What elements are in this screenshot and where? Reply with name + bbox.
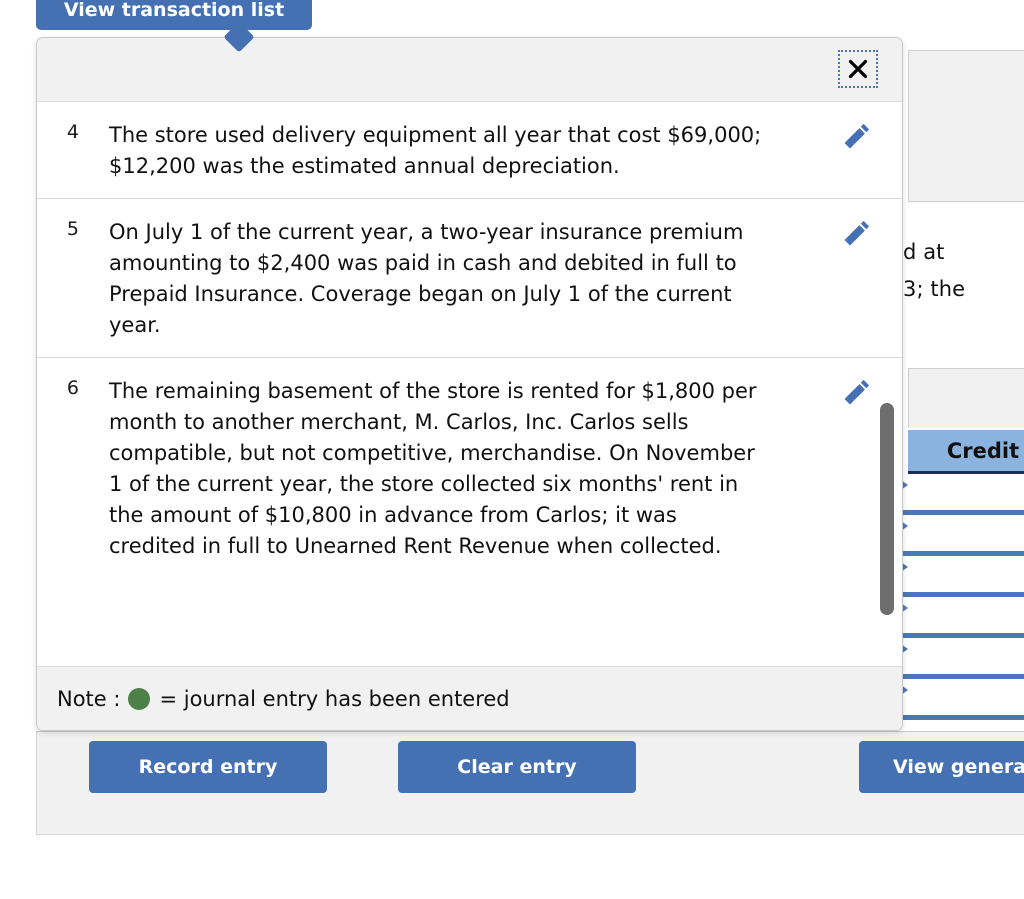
modal-scrollbar[interactable] (878, 102, 896, 666)
table-row[interactable] (898, 515, 1024, 556)
table-row[interactable] (898, 474, 1024, 515)
transaction-number: 5 (66, 218, 79, 240)
action-panel: Record entry Clear entry View general (36, 731, 1024, 835)
table-header-credit: Credit (908, 430, 1024, 474)
edit-pencil-icon[interactable] (842, 218, 872, 248)
background-table-rows (898, 474, 1024, 720)
transaction-number: 6 (66, 377, 79, 399)
view-transaction-list-tab[interactable]: View transaction list (36, 0, 312, 30)
transaction-list: 4 The store used delivery equipment all y… (37, 102, 902, 666)
transaction-item: 6 The remaining basement of the store is … (37, 358, 902, 578)
view-general-journal-button[interactable]: View general (859, 741, 1024, 793)
edit-pencil-icon[interactable] (842, 377, 872, 407)
note-prefix: Note : (57, 686, 121, 711)
close-x-glyph (848, 59, 868, 79)
record-entry-button[interactable]: Record entry (89, 741, 327, 793)
edit-pencil-icon[interactable] (842, 121, 872, 151)
background-text-fragment-1: d at (903, 240, 945, 264)
background-panel-box (908, 50, 1024, 202)
table-row[interactable] (898, 556, 1024, 597)
clear-entry-button[interactable]: Clear entry (398, 741, 636, 793)
background-table-topbox (908, 368, 1024, 428)
modal-header (37, 38, 902, 102)
note-legend: Note : = journal entry has been entered (37, 666, 902, 730)
note-suffix: = journal entry has been entered (159, 686, 510, 711)
transaction-description: The remaining basement of the store is r… (109, 379, 757, 558)
transaction-description: The store used delivery equipment all ye… (109, 123, 762, 178)
background-text-fragment-2: 3; the (903, 277, 966, 301)
transaction-number: 4 (66, 121, 79, 143)
table-row[interactable] (898, 597, 1024, 638)
close-icon[interactable] (838, 50, 878, 88)
transaction-description: On July 1 of the current year, a two-yea… (109, 220, 744, 337)
transaction-item: 5 On July 1 of the current year, a two-ye… (37, 199, 902, 358)
journal-entered-dot-icon (128, 687, 151, 710)
table-row[interactable] (898, 679, 1024, 720)
transaction-list-modal: 4 The store used delivery equipment all y… (36, 37, 903, 731)
screen: d at 3; the Credit Record entry Clear en… (0, 0, 1024, 899)
modal-scrollbar-thumb[interactable] (880, 403, 894, 615)
transaction-item: 4 The store used delivery equipment all y… (37, 102, 902, 199)
table-row[interactable] (898, 638, 1024, 679)
table-header-credit-label: Credit (946, 438, 1020, 463)
